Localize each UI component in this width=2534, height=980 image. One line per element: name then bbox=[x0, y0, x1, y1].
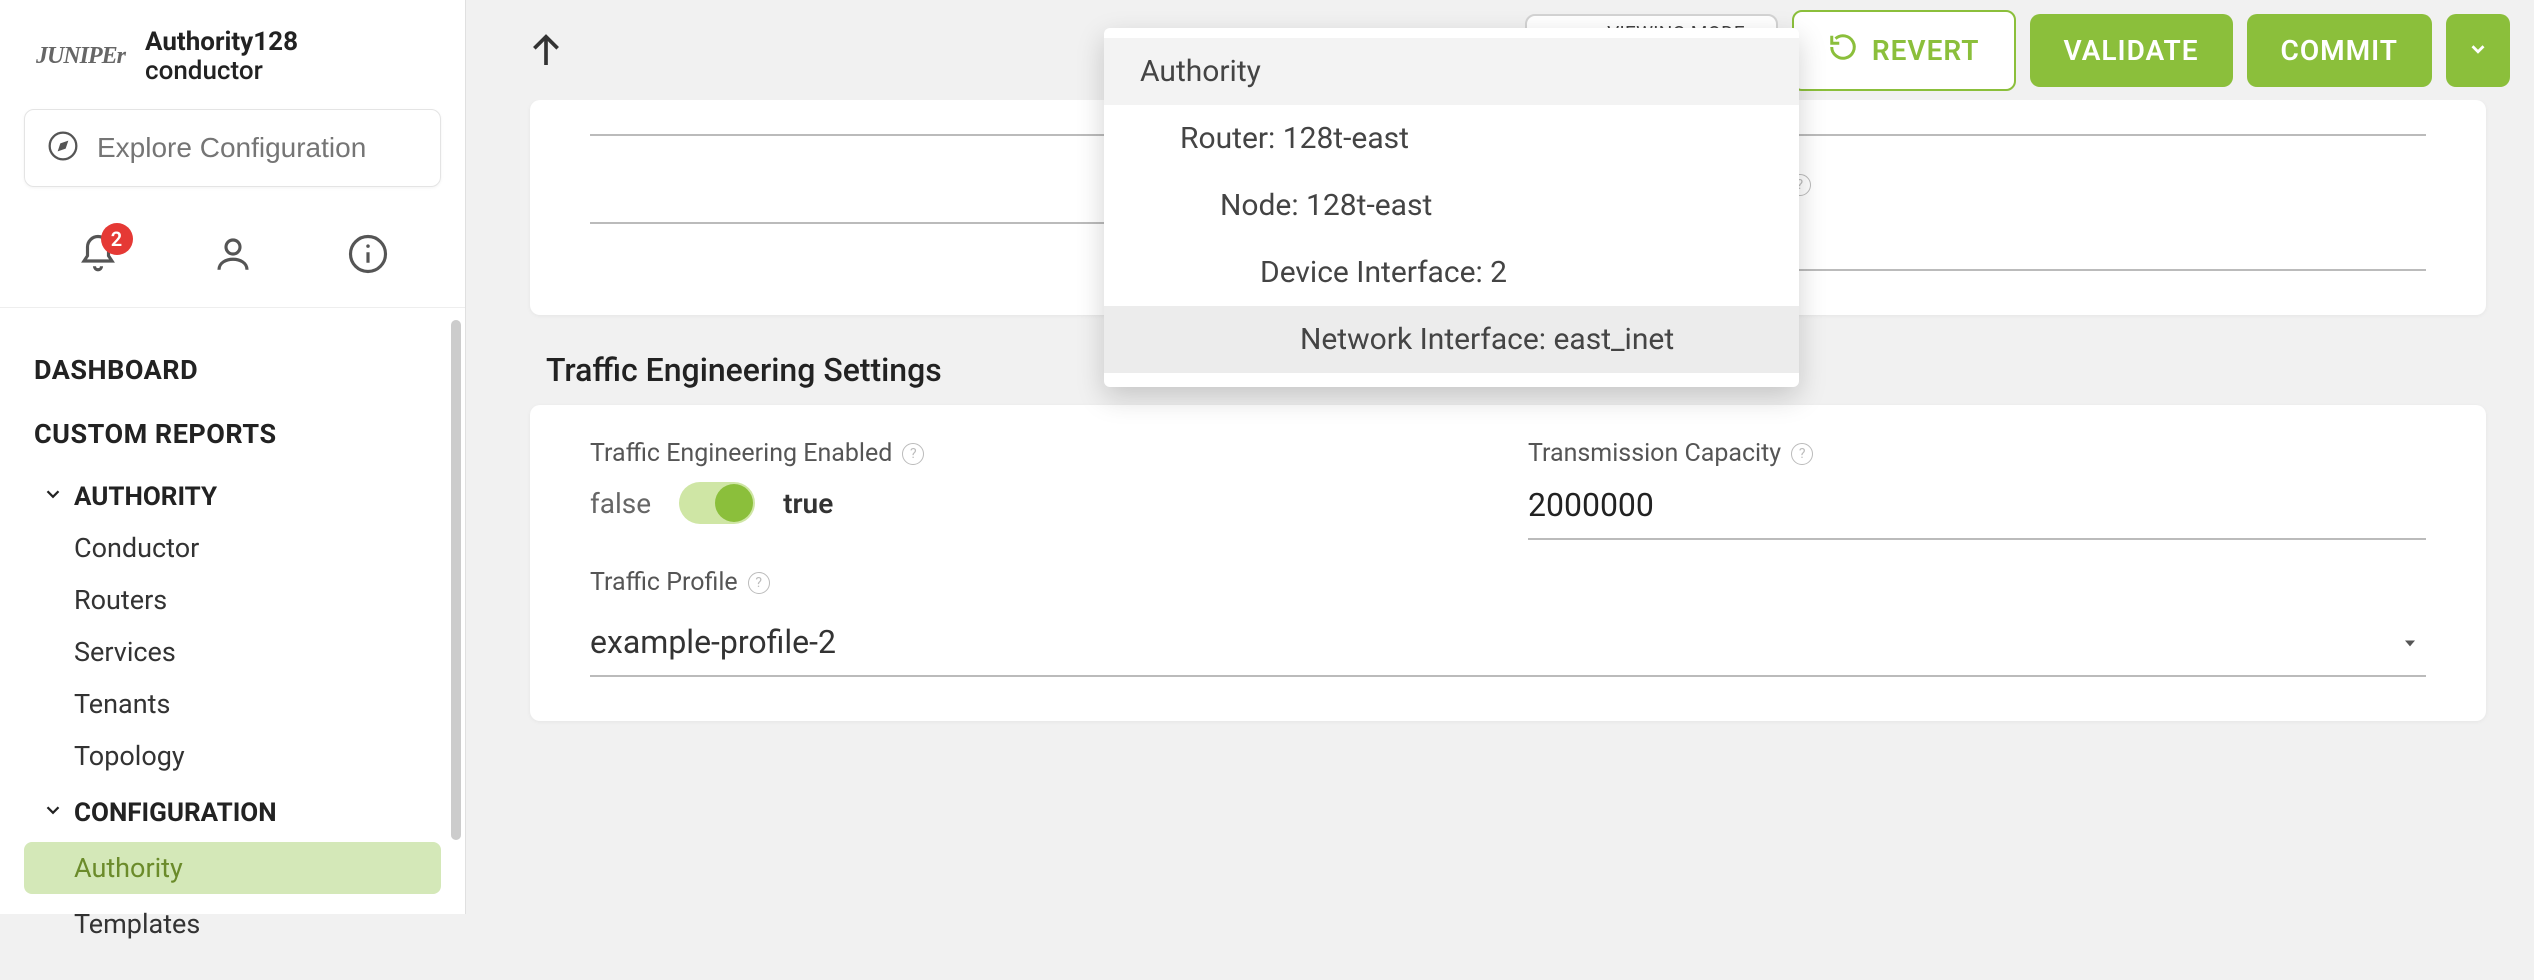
sidebar-scrollbar[interactable] bbox=[451, 320, 461, 840]
nav-group-configuration[interactable]: CONFIGURATION bbox=[0, 782, 465, 838]
nav-topology[interactable]: Topology bbox=[0, 730, 465, 782]
sidebar-nav: DASHBOARD CUSTOM REPORTS AUTHORITY Condu… bbox=[0, 308, 465, 980]
value-transmission-capacity[interactable]: 2000000 bbox=[1528, 482, 2426, 540]
breadcrumb-router[interactable]: Router: 128t-east bbox=[1104, 105, 1799, 172]
main-area: Advertisement Interval ? 1000 Traffic En… bbox=[466, 0, 2534, 914]
brand-subtitle: conductor bbox=[145, 57, 298, 86]
nav-group-authority-label: AUTHORITY bbox=[74, 482, 217, 512]
nav-conductor[interactable]: Conductor bbox=[0, 522, 465, 574]
label-traffic-profile: Traffic Profile ? bbox=[590, 568, 1488, 597]
label-transmission-capacity: Transmission Capacity ? bbox=[1528, 439, 2426, 468]
validate-label: VALIDATE bbox=[2064, 34, 2199, 67]
brand-logo: JUNIPEr bbox=[36, 43, 125, 70]
search-box[interactable] bbox=[24, 109, 441, 187]
select-traffic-profile-value: example-profile-2 bbox=[590, 623, 836, 661]
nav-templates[interactable]: Templates bbox=[0, 898, 465, 950]
revert-label: REVERT bbox=[1872, 34, 1980, 67]
info-button[interactable] bbox=[347, 233, 389, 279]
nav-tenants[interactable]: Tenants bbox=[0, 678, 465, 730]
commit-menu-button[interactable] bbox=[2446, 14, 2510, 87]
breadcrumb-dropdown: Authority Router: 128t-east Node: 128t-e… bbox=[1104, 28, 1799, 387]
chevron-down-icon bbox=[2467, 34, 2489, 67]
card-traffic-engineering: Traffic Engineering Enabled ? false true… bbox=[530, 405, 2486, 721]
label-transmission-capacity-text: Transmission Capacity bbox=[1528, 439, 1781, 468]
breadcrumb-node[interactable]: Node: 128t-east bbox=[1104, 172, 1799, 239]
commit-label: COMMIT bbox=[2281, 34, 2398, 67]
help-icon[interactable]: ? bbox=[748, 572, 770, 594]
search-input[interactable] bbox=[97, 132, 418, 164]
breadcrumb-device-interface[interactable]: Device Interface: 2 bbox=[1104, 239, 1799, 306]
account-button[interactable] bbox=[212, 233, 254, 279]
chevron-down-icon bbox=[42, 482, 64, 512]
validate-button[interactable]: VALIDATE bbox=[2030, 14, 2233, 87]
chevron-down-icon bbox=[42, 798, 64, 828]
brand-title: Authority128 bbox=[145, 28, 298, 57]
help-icon[interactable]: ? bbox=[1791, 443, 1813, 465]
breadcrumb-authority[interactable]: Authority bbox=[1104, 38, 1799, 105]
nav-authority[interactable]: Authority bbox=[24, 842, 441, 894]
label-te-enabled: Traffic Engineering Enabled ? bbox=[590, 439, 1488, 468]
brand-block: JUNIPEr Authority128 conductor bbox=[0, 0, 465, 109]
nav-group-configuration-label: CONFIGURATION bbox=[74, 798, 277, 828]
revert-button[interactable]: REVERT bbox=[1792, 10, 2016, 91]
select-traffic-profile[interactable]: example-profile-2 bbox=[590, 603, 2426, 677]
nav-routers[interactable]: Routers bbox=[0, 574, 465, 626]
help-icon[interactable]: ? bbox=[902, 443, 924, 465]
caret-down-icon bbox=[2400, 623, 2420, 661]
toggle-true-label: true bbox=[783, 487, 833, 520]
toggle-knob bbox=[715, 484, 753, 522]
sidebar-scroll-thumb[interactable] bbox=[451, 320, 461, 840]
nav-services[interactable]: Services bbox=[0, 626, 465, 678]
up-button[interactable] bbox=[514, 13, 578, 87]
sidebar: JUNIPEr Authority128 conductor 2 bbox=[0, 0, 466, 914]
notifications-button[interactable]: 2 bbox=[77, 233, 119, 279]
compass-icon bbox=[47, 130, 79, 166]
sidebar-icon-row: 2 bbox=[0, 205, 465, 308]
refresh-icon bbox=[1828, 32, 1858, 69]
label-te-enabled-text: Traffic Engineering Enabled bbox=[590, 439, 892, 468]
toggle-te-enabled[interactable] bbox=[679, 482, 755, 524]
nav-group-authority[interactable]: AUTHORITY bbox=[0, 466, 465, 522]
toggle-te-enabled-row: false true bbox=[590, 482, 1488, 524]
commit-button[interactable]: COMMIT bbox=[2247, 14, 2432, 87]
brand-text: Authority128 conductor bbox=[145, 28, 298, 85]
nav-custom-reports[interactable]: CUSTOM REPORTS bbox=[0, 402, 465, 466]
toggle-false-label: false bbox=[590, 487, 651, 520]
label-traffic-profile-text: Traffic Profile bbox=[590, 568, 738, 597]
breadcrumb-network-interface[interactable]: Network Interface: east_inet bbox=[1104, 306, 1799, 373]
notifications-badge: 2 bbox=[101, 223, 133, 255]
nav-dashboard[interactable]: DASHBOARD bbox=[0, 338, 465, 402]
